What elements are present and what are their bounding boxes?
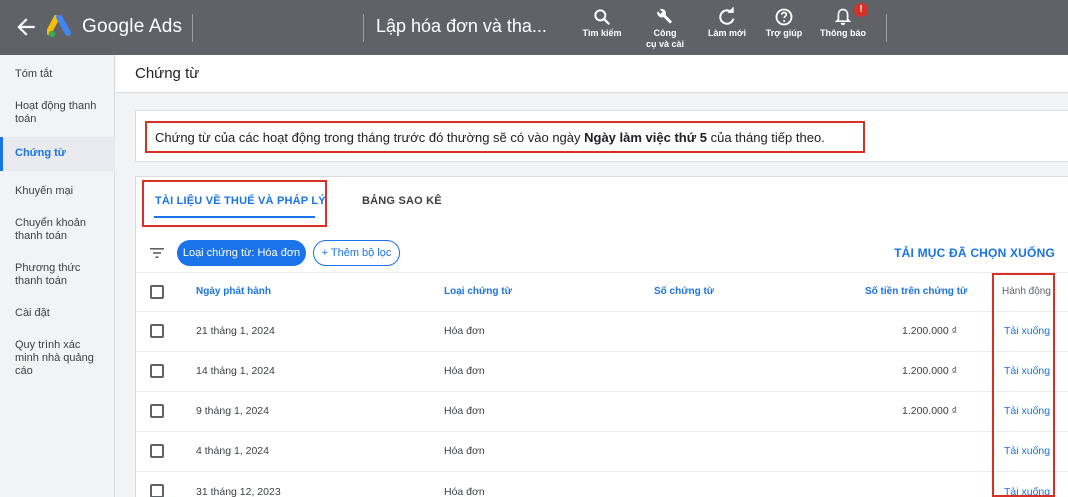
tool-label: Tìm kiếm — [582, 28, 622, 38]
column-header-amount[interactable]: Số tiền trên chứng từ — [865, 286, 967, 297]
tab-tax-legal-documents[interactable]: TÀI LIỆU VỀ THUẾ VÀ PHÁP LÝ — [155, 195, 326, 207]
table-divider — [136, 391, 1068, 392]
notifications-button[interactable]: ! Thông báo — [816, 3, 870, 38]
sidebar-item-advertiser-verification[interactable]: Quy trình xác minh nhà quảng cáo — [0, 339, 115, 378]
document-type-cell: Hóa đơn — [444, 405, 485, 417]
search-icon — [594, 9, 610, 25]
sidebar-item-label: Chứng từ — [15, 147, 66, 159]
row-checkbox[interactable] — [150, 484, 164, 497]
tools-settings-button[interactable]: Công cụ và cài — [640, 7, 690, 49]
sidebar-item-label: Cài đặt — [15, 307, 50, 319]
amount-cell: 1.200.000 ₫ — [902, 365, 958, 377]
bell-icon — [834, 8, 852, 26]
action-column-highlight — [992, 273, 1055, 497]
main-header: Chứng từ — [116, 55, 1068, 93]
sidebar-item-label: Quy trình xác minh nhà quảng cáo — [15, 339, 94, 377]
select-all-checkbox[interactable] — [150, 285, 164, 299]
divider — [192, 14, 193, 42]
notice-text: Chứng từ của các hoạt động trong tháng t… — [155, 130, 825, 145]
sidebar-item-label: Hoạt động thanh toán — [15, 100, 97, 125]
page-title: Lập hóa đơn và tha... — [376, 16, 547, 36]
sidebar-item-label: Phương thức thanh toán — [15, 262, 81, 287]
search-tool-button[interactable]: Tìm kiếm — [578, 7, 626, 38]
issue-date-cell: 14 tháng 1, 2024 — [196, 365, 275, 377]
notice-text-part: Chứng từ của các hoạt động trong tháng t… — [155, 130, 585, 145]
sidebar-item-payment-transfers[interactable]: Chuyển khoản thanh toán — [0, 217, 115, 243]
amount-cell: 1.200.000 ₫ — [902, 325, 958, 337]
document-type-filter-chip[interactable]: Loại chứng từ: Hóa đơn — [177, 240, 306, 266]
help-button[interactable]: Trợ giúp — [763, 7, 805, 38]
sidebar-item-billing-activity[interactable]: Hoạt động thanh toán — [0, 100, 115, 126]
table-divider — [136, 311, 1068, 312]
divider — [363, 14, 364, 42]
refresh-icon — [719, 7, 735, 25]
column-header-document-type[interactable]: Loại chứng từ — [444, 286, 512, 297]
row-checkbox[interactable] — [150, 444, 164, 458]
notice-bold-text: Ngày làm việc thứ 5 — [584, 130, 707, 145]
issue-date-cell: 21 tháng 1, 2024 — [196, 325, 275, 337]
top-app-bar: Google Ads Lập hóa đơn và tha... Tìm kiế… — [0, 0, 1068, 55]
tab-statements[interactable]: BẢNG SAO KÊ — [362, 195, 442, 207]
sidebar: Tóm tắt Hoạt động thanh toán Chứng từ Kh… — [0, 55, 115, 497]
refresh-button[interactable]: Làm mới — [704, 7, 750, 38]
divider — [886, 14, 887, 42]
add-filter-button[interactable]: + Thêm bộ lọc — [313, 240, 400, 266]
document-type-cell: Hóa đơn — [444, 325, 485, 337]
sidebar-item-promotions[interactable]: Khuyến mại — [0, 185, 115, 198]
row-checkbox[interactable] — [150, 364, 164, 378]
table-divider — [136, 471, 1068, 472]
section-title: Chứng từ — [135, 65, 200, 82]
document-type-cell: Hóa đơn — [444, 486, 485, 497]
wrench-icon — [657, 8, 673, 24]
document-type-cell: Hóa đơn — [444, 365, 485, 377]
amount-cell: 1.200.000 ₫ — [902, 405, 958, 417]
active-tab-indicator — [154, 216, 315, 218]
column-header-document-number[interactable]: Số chứng từ — [654, 286, 714, 297]
table-divider — [136, 272, 1068, 273]
brand-name[interactable]: Google Ads — [82, 16, 182, 38]
download-selected-button[interactable]: TẢI MỤC ĐÃ CHỌN XUỐNG — [894, 246, 1055, 260]
help-icon — [775, 8, 793, 26]
sidebar-item-label: Tóm tắt — [15, 68, 53, 80]
sidebar-item-settings[interactable]: Cài đặt — [0, 307, 115, 320]
notification-badge: ! — [854, 3, 868, 17]
tool-label-line2: cụ và cài — [645, 39, 685, 49]
sidebar-item-summary[interactable]: Tóm tắt — [0, 68, 115, 81]
row-checkbox[interactable] — [150, 404, 164, 418]
tool-label: Công — [653, 28, 677, 38]
filter-icon[interactable] — [150, 247, 164, 259]
table-divider — [136, 351, 1068, 352]
sidebar-item-documents[interactable]: Chứng từ — [0, 137, 115, 171]
notice-text-part: của tháng tiếp theo. — [706, 130, 825, 145]
notice-highlight: Chứng từ của các hoạt động trong tháng t… — [145, 121, 865, 153]
tool-label: Làm mới — [708, 28, 746, 38]
sidebar-item-payment-methods[interactable]: Phương thức thanh toán — [0, 262, 115, 288]
document-type-cell: Hóa đơn — [444, 445, 485, 457]
issue-date-cell: 9 tháng 1, 2024 — [196, 405, 269, 417]
google-ads-logo-icon[interactable] — [47, 15, 75, 39]
sidebar-item-label: Chuyển khoản thanh toán — [15, 217, 86, 242]
issue-date-cell: 4 tháng 1, 2024 — [196, 445, 269, 457]
table-divider — [136, 431, 1068, 432]
back-arrow-icon[interactable] — [13, 14, 39, 40]
tool-label: Trợ giúp — [765, 28, 803, 38]
issue-date-cell: 31 tháng 12, 2023 — [196, 486, 281, 497]
tool-label: Thông báo — [820, 28, 866, 38]
column-header-issue-date[interactable]: Ngày phát hành — [196, 286, 271, 297]
sidebar-item-label: Khuyến mại — [15, 185, 74, 197]
row-checkbox[interactable] — [150, 324, 164, 338]
